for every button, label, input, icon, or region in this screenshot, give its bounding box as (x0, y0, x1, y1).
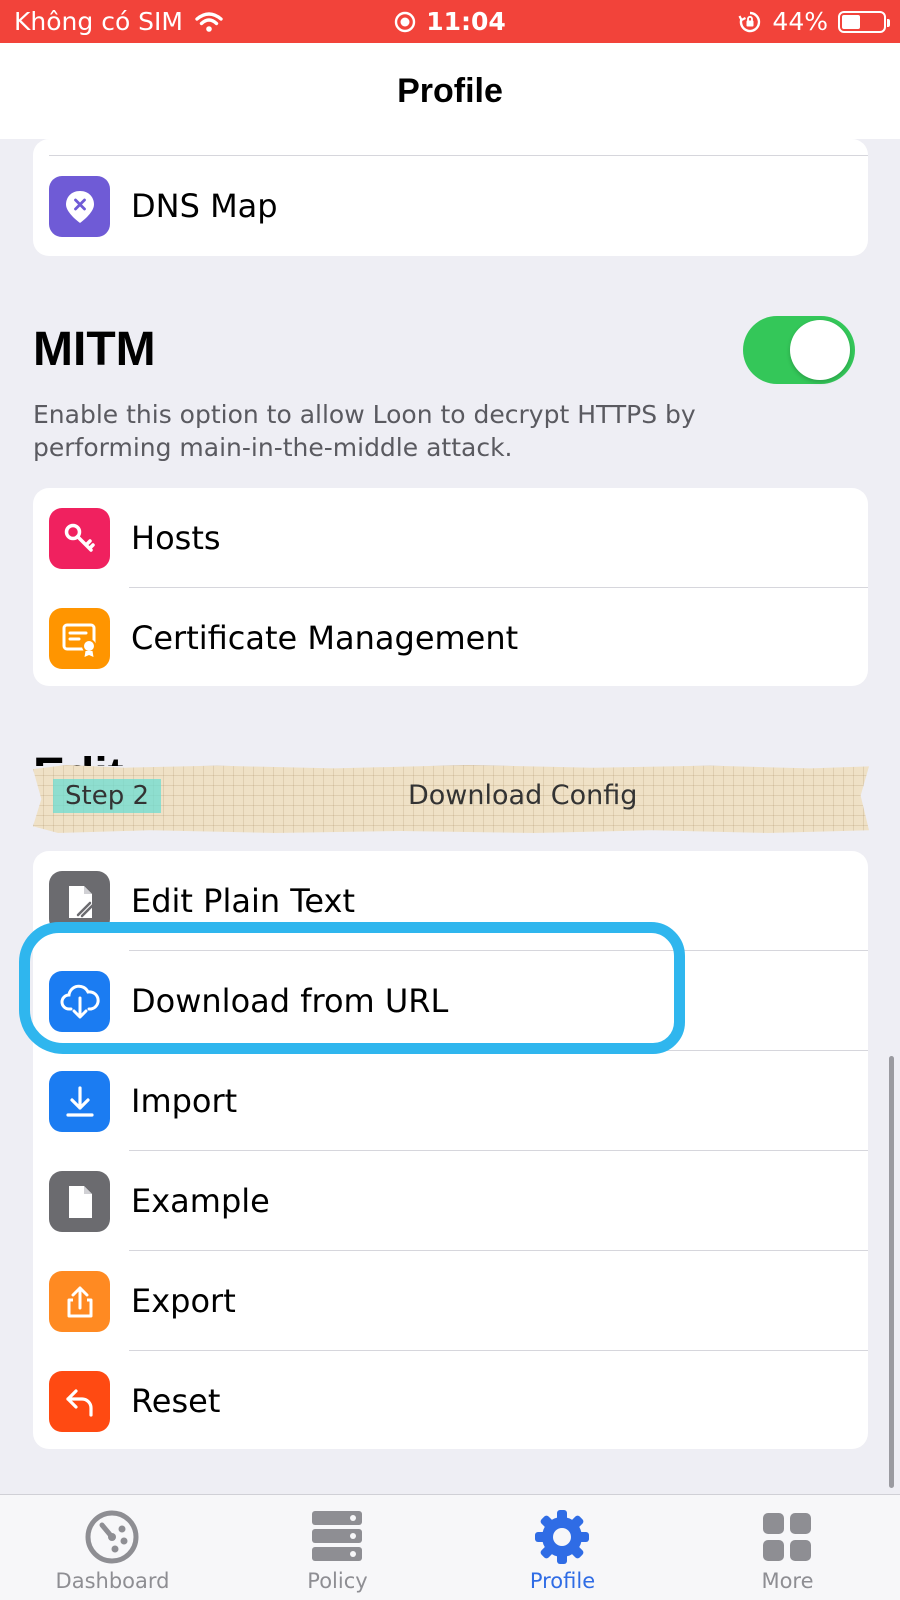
row-export[interactable]: Export (33, 1251, 868, 1351)
row-label: Reset (131, 1382, 221, 1420)
map-pin-x-icon (49, 176, 110, 237)
row-label: Hosts (131, 519, 221, 557)
download-arrow-icon (49, 1071, 110, 1132)
tab-label: Profile (529, 1569, 596, 1593)
mitm-group-card: Hosts Certificate Management (33, 488, 868, 686)
row-dns-map[interactable]: DNS Map (33, 156, 868, 256)
tab-label: More (761, 1569, 814, 1593)
battery-fill (842, 14, 860, 29)
tab-label: Dashboard (55, 1569, 170, 1593)
gear-icon (535, 1510, 589, 1564)
edit-group-card: Edit Plain Text Download from URL Import (33, 851, 868, 1449)
screen-record-icon (395, 11, 416, 32)
orientation-lock-icon (738, 11, 761, 32)
top-group-card: DNS Map (33, 139, 868, 256)
share-icon (49, 1271, 110, 1332)
row-label: Import (131, 1082, 238, 1120)
tab-policy[interactable]: Policy (225, 1495, 450, 1600)
document-edit-icon (49, 871, 110, 932)
row-label: DNS Map (131, 187, 278, 225)
scroll-indicator[interactable] (889, 1056, 894, 1488)
status-bar: Không có SIM 11:04 44% (0, 0, 900, 43)
row-label: Download from URL (131, 982, 449, 1020)
step-banner: Step 2 Download Config (33, 765, 869, 833)
section-description: Enable this option to allow Loon to decr… (33, 400, 696, 462)
row-edit-plain-text[interactable]: Edit Plain Text (33, 851, 868, 951)
grid-icon (763, 1513, 811, 1561)
tab-more[interactable]: More (675, 1495, 900, 1600)
tab-label: Policy (307, 1569, 368, 1593)
row-example[interactable]: Example (33, 1151, 868, 1251)
mitm-toggle[interactable] (743, 316, 855, 384)
row-label: Edit Plain Text (131, 882, 355, 920)
battery-icon (838, 10, 890, 33)
row-certificate-management[interactable]: Certificate Management (33, 588, 868, 686)
dashboard-icon (85, 1510, 139, 1564)
status-time: 11:04 (426, 7, 506, 36)
navigation-bar: Profile (0, 43, 900, 139)
tab-profile[interactable]: Profile (450, 1495, 675, 1600)
row-label: Export (131, 1282, 236, 1320)
tab-bar: Dashboard Policy Profile More (0, 1494, 900, 1600)
battery-percent: 44% (772, 7, 828, 36)
certificate-icon (49, 608, 110, 669)
status-right: 44% (738, 7, 890, 36)
row-label: Example (131, 1182, 270, 1220)
banner-title: Download Config (408, 780, 638, 811)
section-title-mitm: MITM (33, 323, 156, 376)
key-icon (49, 508, 110, 569)
row-label: Certificate Management (131, 619, 519, 657)
row-download-from-url[interactable]: Download from URL (33, 951, 868, 1051)
undo-icon (49, 1371, 110, 1432)
page-title: Profile (397, 72, 503, 110)
row-import[interactable]: Import (33, 1051, 868, 1151)
tab-dashboard[interactable]: Dashboard (0, 1495, 225, 1600)
section-title-edit: Edit (33, 752, 124, 766)
document-icon (49, 1171, 110, 1232)
row-hosts[interactable]: Hosts (33, 488, 868, 588)
cloud-download-icon (49, 971, 110, 1032)
toggle-knob (790, 320, 850, 380)
server-icon (312, 1511, 362, 1561)
step-label: Step 2 (53, 779, 162, 813)
row-reset[interactable]: Reset (33, 1351, 868, 1449)
